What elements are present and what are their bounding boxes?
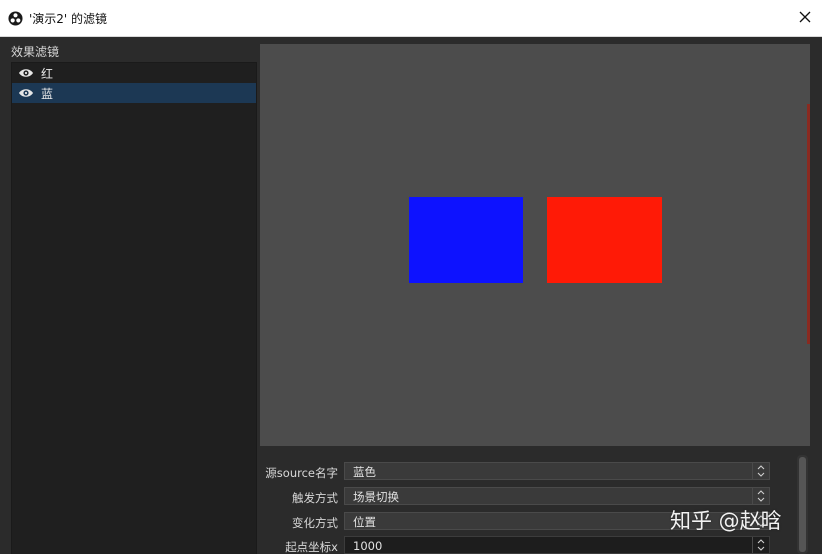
blue-rectangle <box>409 197 523 283</box>
trigger-dropdown[interactable]: 场景切换 <box>344 487 770 505</box>
input-value: 1000 <box>353 539 383 553</box>
watermark: 知乎 @赵晗 <box>670 509 782 533</box>
close-icon <box>799 11 811 23</box>
preview-canvas[interactable] <box>260 44 810 446</box>
source-name-dropdown[interactable]: 蓝色 <box>344 462 770 480</box>
prop-label: 变化方式 <box>292 516 338 530</box>
title-bar: '演示2' 的滤镜 <box>0 0 822 37</box>
filters-window: '演示2' 的滤镜 效果滤镜 红 蓝 源source名字 蓝色 触发方式 场景切… <box>0 0 822 554</box>
eye-icon[interactable] <box>18 67 34 79</box>
filter-list[interactable]: 红 蓝 <box>11 62 257 554</box>
prop-label: 触发方式 <box>292 491 338 505</box>
prop-source-name: 源source名字 蓝色 <box>260 462 790 482</box>
properties-panel: 源source名字 蓝色 触发方式 场景切换 变化方式 位置 起点坐标x 100… <box>260 452 800 554</box>
preview-edge-marker <box>807 104 810 344</box>
obs-icon <box>8 11 23 26</box>
filter-item-blue[interactable]: 蓝 <box>12 83 256 103</box>
window-title: '演示2' 的滤镜 <box>29 12 108 26</box>
red-rectangle <box>547 197 662 283</box>
prop-label: 源source名字 <box>265 466 338 480</box>
properties-scrollbar[interactable] <box>797 455 808 554</box>
updown-arrows-icon[interactable] <box>752 488 769 504</box>
updown-arrows-icon[interactable] <box>752 463 769 479</box>
spin-arrows-icon[interactable] <box>752 537 769 553</box>
eye-icon[interactable] <box>18 87 34 99</box>
prop-label: 起点坐标x <box>285 540 338 554</box>
filter-item-label: 红 <box>41 66 54 81</box>
filter-item-label: 蓝 <box>41 86 54 101</box>
scrollbar-thumb[interactable] <box>799 457 806 552</box>
prop-trigger: 触发方式 场景切换 <box>260 487 790 507</box>
dropdown-value: 场景切换 <box>353 490 399 504</box>
filter-item-red[interactable]: 红 <box>12 63 256 83</box>
close-button[interactable] <box>794 6 816 28</box>
dropdown-value: 蓝色 <box>353 465 376 479</box>
start-x-input[interactable]: 1000 <box>344 536 770 554</box>
dropdown-value: 位置 <box>353 515 376 529</box>
filters-section-label: 效果滤镜 <box>11 45 60 59</box>
prop-start-x: 起点坐标x 1000 <box>260 536 790 554</box>
